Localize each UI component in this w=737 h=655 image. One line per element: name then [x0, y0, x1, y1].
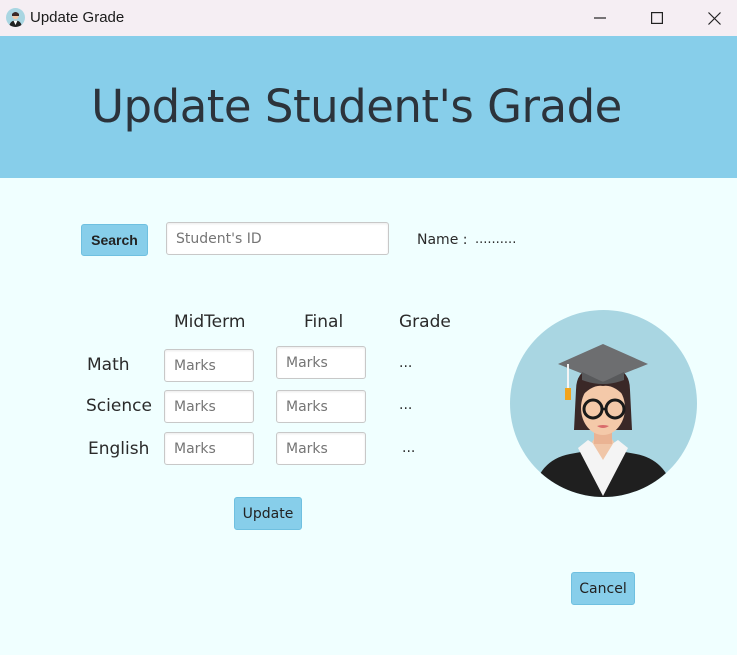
science-final-input[interactable]: [276, 390, 366, 423]
header-banner: Update Student's Grade: [0, 36, 737, 178]
math-grade-value: ...: [399, 355, 413, 371]
window-titlebar: Update Grade: [0, 0, 737, 36]
update-button[interactable]: Update: [234, 497, 302, 530]
subject-label-english: English: [88, 439, 150, 459]
midterm-column-header: MidTerm: [174, 312, 246, 332]
math-final-input[interactable]: [276, 346, 366, 379]
student-avatar-icon: [6, 8, 25, 27]
maximize-button[interactable]: [634, 0, 680, 36]
subject-label-math: Math: [87, 355, 130, 375]
window-title: Update Grade: [30, 9, 125, 26]
final-column-header: Final: [304, 312, 344, 332]
student-id-input[interactable]: [166, 222, 389, 255]
cancel-button[interactable]: Cancel: [571, 572, 635, 605]
english-midterm-input[interactable]: [164, 432, 254, 465]
math-midterm-input[interactable]: [164, 349, 254, 382]
science-midterm-input[interactable]: [164, 390, 254, 423]
english-final-input[interactable]: [276, 432, 366, 465]
minimize-button[interactable]: [577, 0, 623, 36]
search-button[interactable]: Search: [81, 224, 148, 256]
subject-label-science: Science: [86, 396, 152, 416]
graduate-avatar-icon: [510, 310, 697, 497]
close-button[interactable]: [691, 0, 737, 36]
science-grade-value: ...: [399, 397, 413, 413]
name-label: Name :: [417, 232, 468, 248]
grade-column-header: Grade: [399, 312, 451, 332]
page-title: Update Student's Grade: [91, 80, 622, 133]
name-value: ..........: [475, 232, 517, 247]
english-grade-value: ...: [402, 440, 416, 456]
